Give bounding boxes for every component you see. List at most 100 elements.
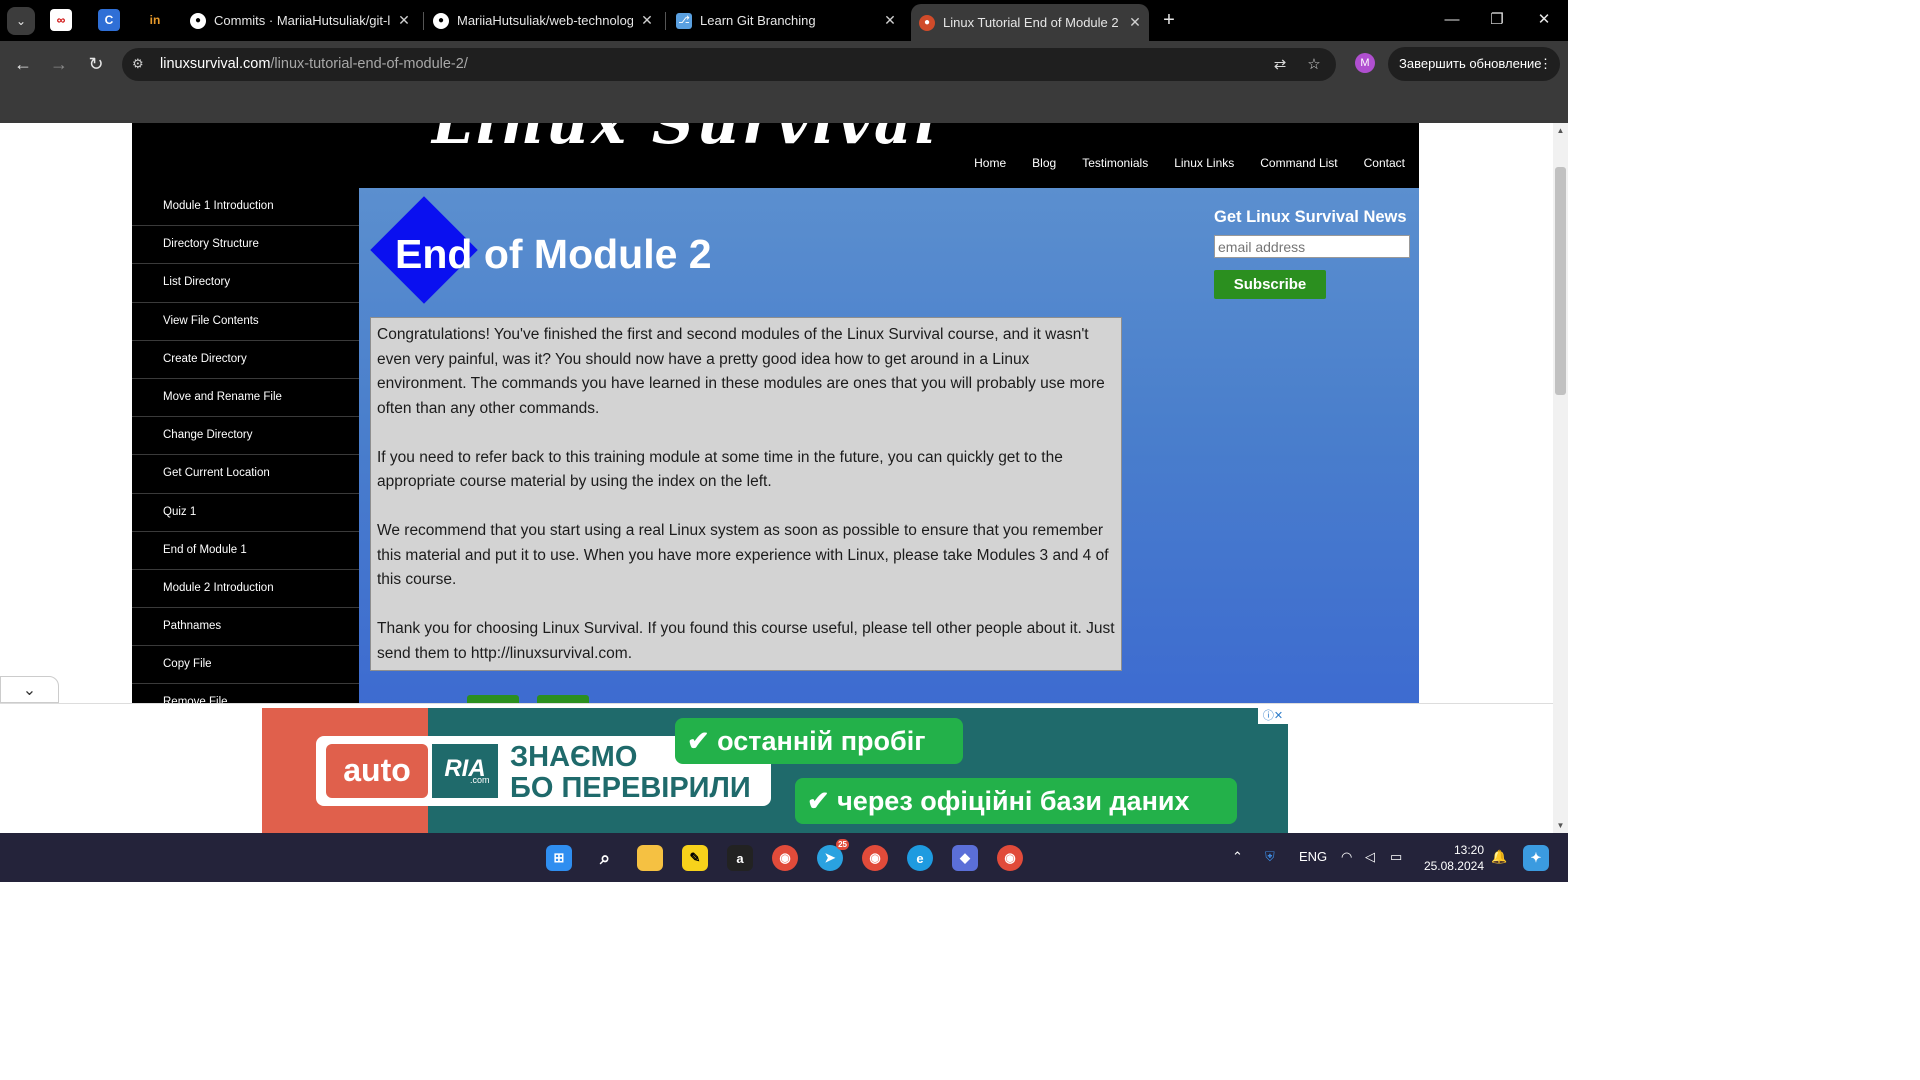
email-field[interactable] xyxy=(1214,235,1410,258)
restore-icon: ❐ xyxy=(1490,11,1504,28)
tab-learn-git[interactable]: ⎇ Learn Git Branching ✕ xyxy=(676,0,898,41)
sidebar-item-quiz1[interactable]: Quiz 1 xyxy=(132,494,359,532)
update-button-label: Завершить обновление xyxy=(1399,56,1542,71)
back-button[interactable]: ← xyxy=(10,51,36,77)
scrollbar-thumb[interactable] xyxy=(1555,167,1566,395)
pinned-tab-in[interactable]: in xyxy=(144,9,166,31)
next-button[interactable] xyxy=(537,695,589,703)
url-domain: linuxsurvival.com xyxy=(160,56,271,72)
windows-start-icon[interactable]: ⊞ xyxy=(546,845,572,871)
close-icon[interactable]: ✕ xyxy=(1127,14,1143,31)
sidebar-item-module1-intro[interactable]: Module 1 Introduction xyxy=(132,188,359,227)
sidebar-item-pathnames[interactable]: Pathnames xyxy=(132,608,359,647)
copilot-icon[interactable]: ✦ xyxy=(1523,845,1549,871)
reload-button[interactable]: ↻ xyxy=(83,51,109,77)
lesson-paragraph: If you need to refer back to this traini… xyxy=(377,448,1063,491)
close-icon[interactable]: ✕ xyxy=(882,12,898,29)
site-info-icon[interactable]: ⚙ xyxy=(132,56,148,72)
close-icon[interactable]: ✕ xyxy=(639,12,655,29)
git-kraken-icon[interactable]: ◆ xyxy=(952,845,978,871)
ad-pill-mileage: ✔ останній пробіг xyxy=(675,718,963,764)
close-icon[interactable]: ✕ xyxy=(396,12,412,29)
sidebar-item-get-current-location[interactable]: Get Current Location xyxy=(132,455,359,494)
address-bar[interactable]: ⚙ linuxsurvival.com/linux-tutorial-end-o… xyxy=(122,48,1336,81)
ad-ria-com: .com xyxy=(470,775,490,785)
forward-button[interactable]: → xyxy=(46,51,72,77)
translate-icon[interactable]: ⇄ xyxy=(1269,54,1291,76)
sidebar-item-directory-structure[interactable]: Directory Structure xyxy=(132,226,359,265)
codewars-icon: ∞ xyxy=(56,13,66,27)
app-a-icon[interactable]: a xyxy=(727,845,753,871)
sidebar-item-copy-file[interactable]: Copy File xyxy=(132,646,359,685)
new-tab-button[interactable]: + xyxy=(1158,9,1180,31)
ad-pill-databases: ✔ через офіційні бази даних xyxy=(795,778,1237,824)
sidebar-item-remove-file[interactable]: Remove File xyxy=(132,684,359,703)
close-icon[interactable]: ✕ xyxy=(1274,710,1283,722)
nav-linux-links[interactable]: Linux Links xyxy=(1174,156,1234,170)
chrome-alt-icon[interactable]: ◉ xyxy=(997,845,1023,871)
close-window-button[interactable]: ✕ xyxy=(1532,8,1556,32)
edge-icon[interactable]: e xyxy=(907,845,933,871)
scroll-down-icon[interactable]: ▼ xyxy=(1553,821,1568,830)
tab-web-technologies[interactable]: ● MariiaHutsuliak/web-technolog ✕ xyxy=(433,0,655,41)
search-icon[interactable]: ⌕ xyxy=(592,845,618,871)
ad-pill-label: через офіційні бази даних xyxy=(837,786,1190,816)
pinned-tab-c[interactable]: C xyxy=(98,9,120,31)
tray-overflow-icon[interactable]: ⌃ xyxy=(1232,849,1243,865)
ad-pill-label: останній пробіг xyxy=(717,726,926,756)
ad-banner[interactable]: auto RIA .com ЗНАЄМО БО ПЕРЕВІРИЛИ ✔ ост… xyxy=(262,708,1288,834)
main-content: End of Module 2 Congratulations! You've … xyxy=(359,188,1419,703)
info-icon[interactable]: ⓘ xyxy=(1263,710,1274,722)
sidebar-item-module2-intro[interactable]: Module 2 Introduction xyxy=(132,570,359,609)
pinned-tab-codewars[interactable]: ∞ xyxy=(50,9,72,31)
file-explorer-icon[interactable] xyxy=(637,845,663,871)
minimize-button[interactable]: — xyxy=(1440,8,1464,32)
avatar[interactable]: M xyxy=(1355,53,1375,73)
lesson-paragraph: Thank you for choosing Linux Survival. I… xyxy=(377,620,1115,662)
chrome-icon[interactable]: ◉ xyxy=(772,845,798,871)
tab-commits[interactable]: ● Commits · MariiaHutsuliak/git-l ✕ xyxy=(190,0,412,41)
sidebar-item-move-rename-file[interactable]: Move and Rename File xyxy=(132,379,359,418)
finish-update-button[interactable]: Завершить обновление ⋮ xyxy=(1388,47,1560,81)
site-logo[interactable]: Linux Survival xyxy=(432,123,940,157)
course-sidebar: Module 1 Introduction Directory Structur… xyxy=(132,188,359,703)
nav-testimonials[interactable]: Testimonials xyxy=(1082,156,1148,170)
nav-contact[interactable]: Contact xyxy=(1364,156,1405,170)
sidebar-item-view-file-contents[interactable]: View File Contents xyxy=(132,303,359,341)
url-text[interactable]: linuxsurvival.com/linux-tutorial-end-of-… xyxy=(160,56,468,72)
subscribe-button[interactable]: Subscribe xyxy=(1214,270,1326,299)
taskbar-clock[interactable]: 13:20 25.08.2024 xyxy=(1422,842,1484,874)
volume-icon[interactable]: ◁ xyxy=(1365,849,1375,865)
c-letter-icon: C xyxy=(104,13,114,27)
chevron-down-icon: ⌄ xyxy=(15,14,27,28)
nav-blog[interactable]: Blog xyxy=(1032,156,1056,170)
ad-info-close[interactable]: ⓘ✕ xyxy=(1258,708,1288,724)
telegram-icon[interactable]: ➤ 25 xyxy=(817,839,849,871)
restore-button[interactable]: ❐ xyxy=(1485,8,1509,32)
sidebar-item-change-directory[interactable]: Change Directory xyxy=(132,417,359,456)
telegram-badge: 25 xyxy=(836,839,849,850)
sidebar-item-create-directory[interactable]: Create Directory xyxy=(132,341,359,379)
wifi-icon[interactable]: ◠ xyxy=(1341,849,1352,865)
page-scrollbar[interactable]: ▲ ▼ xyxy=(1553,123,1568,833)
language-indicator[interactable]: ENG xyxy=(1299,849,1327,864)
tab-linux-tutorial[interactable]: ● Linux Tutorial End of Module 2 ✕ xyxy=(911,4,1149,41)
check-icon: ✔ xyxy=(807,786,838,816)
battery-icon[interactable]: ▭ xyxy=(1390,849,1402,865)
chrome-profile-icon[interactable]: ◉ xyxy=(862,845,888,871)
sticky-notes-icon[interactable]: ✎ xyxy=(682,845,708,871)
star-icon[interactable]: ☆ xyxy=(1303,54,1325,76)
tab-search-button[interactable]: ⌄ xyxy=(7,7,35,35)
sidebar-item-list-directory[interactable]: List Directory xyxy=(132,264,359,303)
collapse-ad-button[interactable]: ⌄ xyxy=(0,676,59,703)
nav-home[interactable]: Home xyxy=(974,156,1006,170)
browser-tab-strip: ⌄ ∞ C in ● Commits · MariiaHutsuliak/git… xyxy=(0,0,1568,41)
sidebar-item-end-module1[interactable]: End of Module 1 xyxy=(132,532,359,570)
prev-button[interactable] xyxy=(467,695,519,703)
notification-bell-icon[interactable]: 🔔 xyxy=(1491,849,1507,865)
security-shield-icon[interactable]: ⛨ xyxy=(1265,849,1275,865)
clock-time: 13:20 xyxy=(1453,843,1484,857)
scroll-up-icon[interactable]: ▲ xyxy=(1553,126,1568,135)
nav-command-list[interactable]: Command List xyxy=(1260,156,1337,170)
check-icon: ✔ xyxy=(687,726,718,756)
